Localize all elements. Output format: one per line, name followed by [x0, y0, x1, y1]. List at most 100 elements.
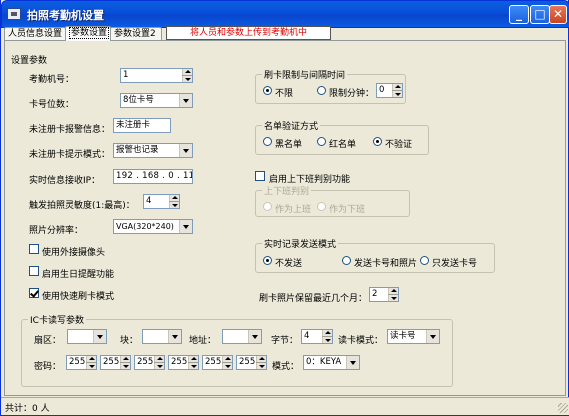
list-verify-title: 名单验证方式: [262, 119, 321, 132]
no-verify-radio[interactable]: [373, 137, 382, 146]
machine-no-label: 考勤机号：: [29, 75, 75, 85]
birthday-checkbox[interactable]: [29, 266, 39, 276]
blacklist-radio[interactable]: [263, 137, 272, 146]
unlimited-radio[interactable]: [263, 86, 272, 95]
realtime-send-title: 实时记录发送模式: [262, 237, 339, 250]
unreg-alarm-mode-select[interactable]: 报警也记录: [113, 143, 193, 158]
spin-arrows-icon[interactable]: [86, 356, 96, 369]
ic-card-title: IC卡读写参数: [28, 313, 86, 326]
parameters-panel: 设置参数 考勤机号： 1 卡号位数： 8位卡号 未注册卡报警信息： 未注册卡 未…: [4, 40, 566, 396]
sensitivity-stepper[interactable]: 4: [143, 194, 180, 209]
photo-months-label: 刷卡照片保留最近几个月：: [259, 294, 368, 304]
unreg-alarm-mode-label: 未注册卡提示模式：: [29, 150, 111, 160]
unlimited-label: 不限: [275, 89, 294, 99]
read-mode-select[interactable]: 读卡号: [387, 329, 440, 344]
limit-minutes-stepper[interactable]: 0: [376, 83, 403, 98]
spin-arrows-icon[interactable]: [392, 84, 402, 97]
tab-parameter-settings[interactable]: 参数设置: [65, 26, 111, 41]
tab-parameter-settings-2[interactable]: 参数设置2: [110, 27, 162, 41]
fast-card-checkbox[interactable]: [29, 288, 39, 298]
password-byte-2[interactable]: 255: [100, 355, 131, 370]
resolution-label: 照片分辨率：: [29, 226, 84, 236]
no-verify-label: 不验证: [385, 140, 413, 150]
as-onduty-radio[interactable]: [263, 202, 272, 211]
as-offduty-radio[interactable]: [317, 202, 326, 211]
chevron-down-icon[interactable]: [426, 330, 439, 343]
spin-arrows-icon[interactable]: [120, 356, 130, 369]
password-byte-4[interactable]: 255: [168, 355, 199, 370]
sector-select[interactable]: [67, 329, 107, 344]
password-label: 密码：: [34, 362, 62, 372]
chevron-down-icon[interactable]: [346, 356, 359, 369]
address-label: 地址：: [189, 336, 217, 346]
mode-select[interactable]: 0：KEYA: [303, 355, 360, 370]
photo-months-stepper[interactable]: 2: [369, 287, 399, 302]
limit-minutes-radio[interactable]: [317, 86, 326, 95]
tab-personnel-settings[interactable]: 人员信息设置: [4, 27, 66, 41]
spin-arrows-icon[interactable]: [322, 330, 332, 343]
upload-button[interactable]: 将人员和参数上传到考勤机中: [166, 26, 331, 40]
list-verify-group: 名单验证方式 黑名单 红名单 不验证: [255, 119, 429, 155]
unreg-alarm-info-input[interactable]: 未注册卡: [113, 118, 171, 133]
chevron-down-icon[interactable]: [179, 144, 192, 157]
resolution-select[interactable]: VGA(320*240): [113, 219, 193, 234]
realtime-ip-input[interactable]: 192 . 168 . 0 . 110: [113, 169, 193, 184]
onoff-group-title: 上下班判别: [262, 184, 312, 197]
card-digits-label: 卡号位数：: [29, 100, 75, 110]
spin-arrows-icon[interactable]: [182, 69, 192, 82]
status-bar: 共计：0 人: [1, 397, 569, 415]
block-select[interactable]: [142, 329, 182, 344]
settings-section-title: 设置参数: [11, 56, 48, 66]
minimize-button[interactable]: _: [509, 5, 529, 24]
spin-arrows-icon[interactable]: [388, 288, 398, 301]
swipe-limit-group: 刷卡限制与间隔时间 不限 限制分钟： 0: [255, 68, 406, 104]
spin-arrows-icon[interactable]: [256, 356, 266, 369]
send-card-photo-radio[interactable]: [342, 256, 351, 265]
machine-no-stepper[interactable]: 1: [120, 68, 193, 83]
sensitivity-label: 触发拍照灵敏度(1:最高)：: [29, 201, 135, 211]
chevron-down-icon[interactable]: [248, 330, 261, 343]
title-bar[interactable]: 拍照考勤机设置 _ □ ✕: [1, 0, 569, 28]
as-offduty-label: 作为下班: [329, 205, 366, 215]
password-byte-5[interactable]: 255: [202, 355, 233, 370]
bytes-stepper[interactable]: 4: [301, 329, 333, 344]
realtime-ip-label: 实时信息接收IP：: [29, 176, 101, 186]
chevron-down-icon[interactable]: [179, 94, 192, 107]
as-onduty-label: 作为上班: [275, 205, 312, 215]
spin-arrows-icon[interactable]: [154, 356, 164, 369]
ext-camera-checkbox[interactable]: [29, 244, 39, 254]
spin-arrows-icon[interactable]: [169, 195, 179, 208]
onoff-enable-checkbox[interactable]: [255, 171, 265, 181]
password-byte-6[interactable]: 255: [236, 355, 267, 370]
swipe-limit-title: 刷卡限制与间隔时间: [262, 68, 348, 81]
ext-camera-label: 使用外接摄像头: [42, 248, 106, 258]
no-send-label: 不发送: [275, 259, 303, 269]
window-title: 拍照考勤机设置: [27, 9, 104, 22]
read-mode-label: 读卡模式：: [338, 336, 384, 346]
resize-grip-icon[interactable]: [558, 403, 568, 413]
redlist-label: 红名单: [329, 140, 357, 150]
ic-card-group: IC卡读写参数 扇区： 块： 地址： 字节： 4 读卡模式： 读卡号 密码： 2…: [21, 313, 453, 387]
redlist-radio[interactable]: [317, 137, 326, 146]
chevron-down-icon[interactable]: [93, 330, 106, 343]
sector-label: 扇区：: [34, 336, 62, 346]
close-button[interactable]: ✕: [549, 5, 567, 24]
chevron-down-icon[interactable]: [168, 330, 181, 343]
password-byte-3[interactable]: 255: [134, 355, 165, 370]
card-digits-select[interactable]: 8位卡号: [120, 93, 193, 108]
chevron-down-icon[interactable]: [179, 220, 192, 233]
send-card-only-label: 只发送卡号: [432, 259, 478, 269]
password-byte-1[interactable]: 255: [66, 355, 97, 370]
spin-arrows-icon[interactable]: [188, 356, 198, 369]
no-send-radio[interactable]: [263, 256, 272, 265]
app-icon: [7, 8, 21, 20]
send-card-only-radio[interactable]: [420, 256, 429, 265]
maximize-button[interactable]: □: [530, 5, 550, 24]
spin-arrows-icon[interactable]: [222, 356, 232, 369]
address-select[interactable]: [222, 329, 262, 344]
birthday-label: 启用生日提醒功能: [42, 270, 115, 280]
limit-minutes-label: 限制分钟：: [329, 89, 375, 99]
total-count: 共计：0 人: [5, 404, 50, 414]
unreg-alarm-info-label: 未注册卡报警信息：: [29, 125, 111, 135]
settings-window: 拍照考勤机设置 _ □ ✕ 人员信息设置 参数设置 参数设置2 将人员和参数上传…: [0, 0, 569, 416]
